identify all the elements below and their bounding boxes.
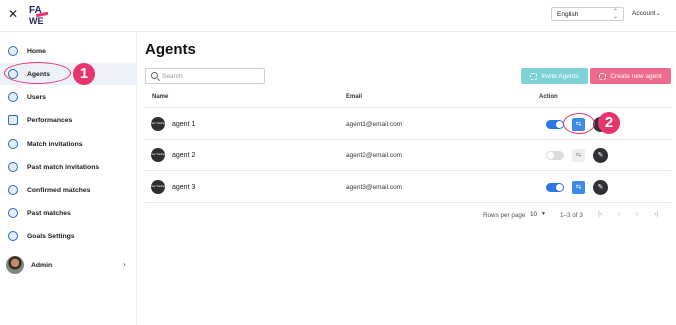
next-page-icon[interactable]: ›	[636, 211, 638, 218]
toggle-knob	[556, 121, 563, 128]
column-header-name[interactable]: Name	[152, 94, 168, 100]
sidebar-item-label: Users	[27, 93, 46, 101]
callout-ring-1	[4, 62, 71, 84]
edit-icon[interactable]: ✎	[593, 180, 608, 195]
rows-per-page-label: Rows per page	[483, 212, 526, 219]
sidebar-item-label: Confirmed matches	[27, 186, 91, 194]
toggle-knob	[556, 184, 563, 191]
calendar-icon	[8, 208, 18, 218]
sidebar-item-past-match-invitations[interactable]: Past match invitations	[0, 156, 137, 178]
sidebar-item-label: Goals Settings	[27, 232, 75, 240]
updown-chevron-icon: ⌃ ⌄	[612, 9, 618, 20]
invite-icon	[530, 72, 538, 80]
history-icon	[8, 162, 18, 172]
svg-text:WE: WE	[29, 16, 44, 26]
agent-avatar: Sun Trading Logistics	[151, 180, 165, 194]
language-value: English	[557, 11, 579, 18]
caret-down-icon: ▼	[541, 211, 546, 217]
chevron-right-icon: ›	[123, 260, 126, 269]
home-icon	[8, 46, 18, 56]
account-menu[interactable]: Account⌄	[632, 10, 661, 17]
invite-agents-label: Invite Agents	[541, 72, 579, 80]
divider	[145, 170, 671, 171]
sidebar-item-home[interactable]: Home	[0, 40, 137, 62]
chart-icon	[8, 115, 18, 125]
agent-email: agent3@email.com	[346, 184, 403, 191]
chevron-down-icon: ⌄	[655, 11, 661, 17]
sidebar-item-past-matches[interactable]: Past matches	[0, 202, 137, 224]
divider	[145, 107, 671, 108]
sidebar-item-label: Home	[27, 47, 46, 55]
sidebar-item-performances[interactable]: Performances	[0, 109, 137, 131]
share-icon[interactable]: ⇆	[572, 149, 585, 162]
sidebar-item-users[interactable]: Users	[0, 86, 137, 108]
admin-profile[interactable]: Admin ›	[0, 254, 137, 278]
avatar	[6, 256, 24, 274]
search-input[interactable]	[162, 71, 260, 82]
sidebar-item-confirmed-matches[interactable]: Confirmed matches	[0, 179, 137, 201]
invitation-icon	[8, 139, 18, 149]
top-bar: ✕ FA WE English ⌃ ⌄ Account⌄	[0, 0, 676, 32]
app-logo: FA WE	[28, 4, 49, 26]
page-title: Agents	[145, 41, 196, 58]
admin-label: Admin	[31, 262, 53, 269]
active-toggle[interactable]	[546, 151, 564, 160]
sidebar-item-goals-settings[interactable]: Goals Settings	[0, 225, 137, 247]
rows-per-page-select[interactable]: 10 ▼	[530, 211, 547, 220]
agent-email: agent1@email.com	[346, 121, 403, 128]
search-box[interactable]	[145, 68, 265, 84]
active-toggle[interactable]	[546, 183, 564, 192]
share-icon[interactable]: ⇆	[572, 181, 585, 194]
sidebar-item-label: Past matches	[27, 209, 71, 217]
user-icon	[8, 92, 18, 102]
prev-page-icon[interactable]: ‹	[618, 211, 620, 218]
agent-name: agent 1	[172, 121, 196, 128]
language-select[interactable]: English ⌃ ⌄	[551, 7, 624, 21]
column-header-action: Action	[539, 94, 558, 100]
check-icon	[8, 185, 18, 195]
divider	[145, 202, 671, 203]
agent-name: agent 2	[172, 152, 196, 159]
sidebar-item-label: Performances	[27, 116, 73, 124]
agent-avatar: Sun Trading Logistics	[151, 117, 165, 131]
account-label: Account	[632, 10, 656, 17]
sidebar-item-label: Past match invitations	[27, 163, 100, 171]
sidebar-item-match-invitations[interactable]: Match invitations	[0, 133, 137, 155]
create-agent-button[interactable]: Create new agent	[590, 68, 671, 84]
page-range: 1–3 of 3	[560, 212, 583, 219]
invite-agents-button[interactable]: Invite Agents	[521, 68, 588, 84]
create-agent-label: Create new agent	[610, 72, 662, 80]
agent-avatar: Sun Trading Logistics	[151, 148, 165, 162]
agent-name: agent 3	[172, 184, 196, 191]
search-icon	[151, 72, 158, 79]
close-icon[interactable]: ✕	[7, 8, 19, 20]
callout-badge-1: 1	[73, 63, 95, 85]
goal-icon	[8, 231, 18, 241]
edit-icon[interactable]: ✎	[593, 148, 608, 163]
first-page-icon[interactable]: |‹	[598, 211, 602, 218]
divider	[145, 139, 671, 140]
column-header-email[interactable]: Email	[346, 94, 362, 100]
agent-email: agent2@email.com	[346, 152, 403, 159]
toggle-knob	[547, 152, 554, 159]
callout-ring-2	[563, 113, 595, 134]
last-page-icon[interactable]: ›|	[654, 211, 658, 218]
active-toggle[interactable]	[546, 120, 564, 129]
callout-badge-2: 2	[598, 112, 620, 134]
sidebar-item-label: Match invitations	[27, 140, 83, 148]
add-icon	[599, 72, 607, 80]
rows-per-page-value: 10	[530, 211, 538, 218]
